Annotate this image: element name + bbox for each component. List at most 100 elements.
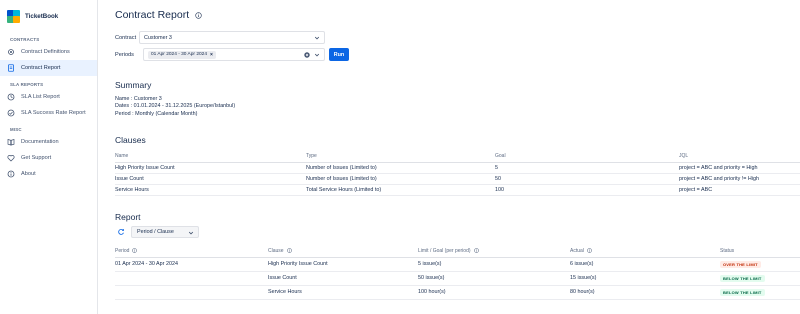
report-period — [115, 285, 268, 300]
brand[interactable]: TicketBook — [0, 0, 97, 32]
clause-name: Issue Count — [115, 173, 306, 185]
status-badge: OVER THE LIMIT — [720, 260, 761, 268]
column-header-jql: JQL — [679, 151, 800, 163]
periods-row: Periods 01 Apr 2024 - 30 Apr 2024 × Run — [115, 48, 349, 61]
report-actual: 6 issue(s) — [570, 257, 720, 272]
group-by-value: Period / Clause — [137, 229, 174, 235]
period-chip-label: 01 Apr 2024 - 30 Apr 2024 — [151, 52, 208, 57]
page-title-text: Contract Report — [115, 9, 190, 21]
app-logo-icon — [7, 9, 20, 23]
column-header-actual: Actual — [570, 245, 720, 258]
sidebar: TicketBook CONTRACTS Contract Definition… — [0, 0, 98, 314]
clauses-heading: Clauses — [115, 135, 146, 145]
clause-type: Total Service Hours (Limited to) — [306, 184, 495, 196]
gauge-icon — [7, 109, 15, 117]
summary-heading: Summary — [115, 80, 152, 90]
table-row: High Priority Issue Count Number of Issu… — [115, 162, 800, 174]
report-icon — [7, 64, 15, 72]
section-title-sla-reports: SLA REPORTS — [10, 82, 44, 87]
run-button[interactable]: Run — [329, 48, 349, 61]
clause-type: Number of Issues (Limited to) — [306, 173, 495, 185]
info-icon[interactable] — [587, 248, 592, 253]
info-icon[interactable] — [132, 248, 138, 253]
table-row: Issue Count 50 issue(s) 15 issue(s) BELO… — [115, 271, 800, 286]
report-status: BELOW THE LIMIT — [720, 271, 800, 286]
clear-icon[interactable] — [304, 52, 310, 58]
status-badge: BELOW THE LIMIT — [720, 274, 765, 282]
sidebar-item-about[interactable]: About — [0, 166, 97, 182]
sidebar-item-sla-success-rate-report[interactable]: SLA Success Rate Report — [0, 105, 97, 121]
info-icon[interactable] — [195, 11, 202, 19]
column-header-label: Period — [115, 247, 130, 254]
report-limit: 50 issue(s) — [418, 271, 570, 286]
clauses-table: Name Type Goal JQL High Priority Issue C… — [115, 151, 800, 196]
sidebar-item-documentation[interactable]: Documentation — [0, 134, 97, 150]
chevron-down-icon — [314, 53, 320, 57]
status-badge: BELOW THE LIMIT — [720, 288, 765, 296]
table-header-row: Period Clause Limit / Goal (per period) … — [115, 245, 800, 258]
column-header-label: Clause — [268, 247, 284, 254]
clause-jql: project = ABC — [679, 184, 800, 196]
contract-select-value: Customer 3 — [144, 34, 172, 41]
period-chip: 01 Apr 2024 - 30 Apr 2024 × — [148, 50, 216, 59]
column-header-label: Status — [720, 247, 735, 254]
group-by-select[interactable]: Period / Clause — [131, 226, 199, 238]
column-header-name: Name — [115, 151, 306, 163]
report-status: BELOW THE LIMIT — [720, 285, 800, 300]
refresh-icon[interactable] — [117, 228, 125, 236]
section-title-misc: MISC — [10, 127, 22, 132]
report-clause: Service Hours — [268, 285, 418, 300]
clause-goal: 5 — [495, 162, 679, 174]
app-name: TicketBook — [25, 12, 59, 20]
chevron-down-icon — [314, 36, 320, 40]
report-table: Period Clause Limit / Goal (per period) … — [115, 245, 800, 300]
report-status: OVER THE LIMIT — [720, 257, 800, 272]
page-title: Contract Report — [115, 9, 202, 21]
list-icon — [7, 93, 15, 101]
sidebar-item-label: Get Support — [21, 155, 52, 161]
table-row: Issue Count Number of Issues (Limited to… — [115, 173, 800, 185]
report-toolbar: Period / Clause — [117, 226, 199, 238]
info-icon[interactable] — [286, 248, 292, 253]
report-period: 01 Apr 2024 - 30 Apr 2024 — [115, 257, 268, 272]
book-icon — [7, 138, 15, 146]
report-heading: Report — [115, 212, 141, 222]
report-clause: High Priority Issue Count — [268, 257, 418, 272]
column-header-status: Status — [720, 245, 800, 258]
sidebar-item-label: Documentation — [21, 139, 59, 145]
periods-select[interactable]: 01 Apr 2024 - 30 Apr 2024 × — [143, 48, 325, 61]
sidebar-item-get-support[interactable]: Get Support — [0, 150, 97, 166]
info-icon[interactable] — [473, 248, 479, 253]
section-title-contracts: CONTRACTS — [10, 37, 40, 42]
clause-type: Number of Issues (Limited to) — [306, 162, 495, 174]
main-content: Contract Report Contract Customer 3 Peri… — [99, 0, 800, 314]
sidebar-item-label: About — [21, 171, 36, 177]
column-header-clause: Clause — [268, 245, 418, 258]
report-clause: Issue Count — [268, 271, 418, 286]
sidebar-item-label: SLA List Report — [21, 94, 60, 100]
column-header-label: Actual — [570, 247, 584, 254]
report-actual: 15 issue(s) — [570, 271, 720, 286]
periods-label: Periods — [115, 51, 134, 58]
sidebar-item-contract-report[interactable]: Contract Report — [0, 60, 97, 76]
contract-select[interactable]: Customer 3 — [139, 31, 325, 44]
sidebar-item-sla-list-report[interactable]: SLA List Report — [0, 89, 97, 105]
column-header-label: Limit / Goal (per period) — [418, 247, 471, 254]
column-header-period: Period — [115, 245, 268, 258]
summary-dates: Dates : 01.01.2024 - 31.12.2025 (Europe/… — [115, 103, 236, 109]
contract-row: Contract Customer 3 — [115, 31, 325, 44]
summary-period: Period : Monthly (Calendar Month) — [115, 111, 198, 117]
clause-goal: 50 — [495, 173, 679, 185]
clause-jql: project = ABC and priority != High — [679, 173, 800, 185]
summary-name: Name : Customer 3 — [115, 96, 162, 102]
clause-jql: project = ABC and priority = High — [679, 162, 800, 174]
column-header-limit: Limit / Goal (per period) — [418, 245, 570, 258]
support-icon — [7, 154, 15, 162]
info-icon — [7, 170, 15, 178]
report-limit: 5 issue(s) — [418, 257, 570, 272]
sidebar-item-contract-definitions[interactable]: Contract Definitions — [0, 44, 97, 60]
table-row: 01 Apr 2024 - 30 Apr 2024 High Priority … — [115, 257, 800, 272]
sidebar-item-label: Contract Report — [21, 65, 61, 71]
table-row: Service Hours Total Service Hours (Limit… — [115, 184, 800, 196]
chip-remove-icon[interactable]: × — [210, 52, 213, 58]
